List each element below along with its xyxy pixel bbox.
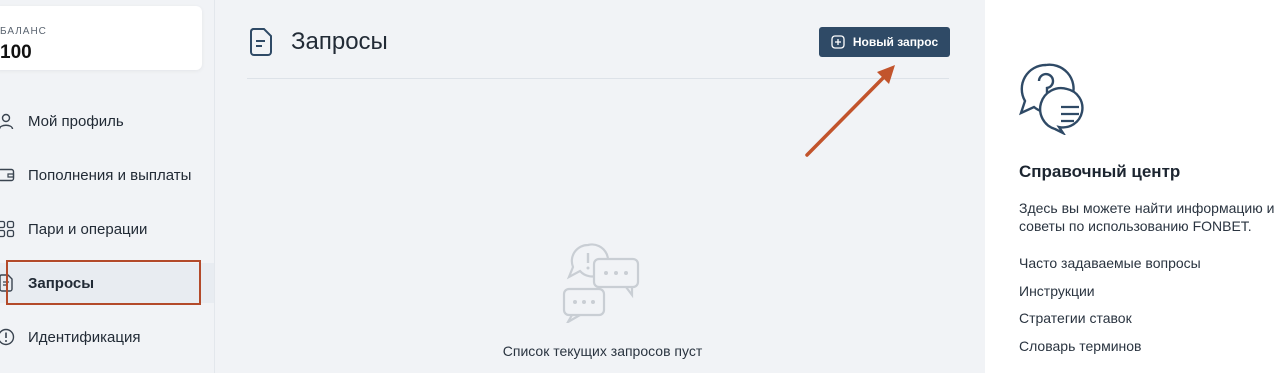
help-link-instructions[interactable]: Инструкции — [1019, 283, 1095, 299]
sidebar-item-identification[interactable]: Идентификация — [0, 317, 214, 357]
main-content: Запросы Новый запрос Список текущих запр… — [215, 0, 985, 373]
document-icon — [247, 27, 275, 57]
sidebar: БАЛАНС 100 Мой профиль Пополнения и выпл… — [0, 0, 215, 373]
new-request-label: Новый запрос — [852, 35, 939, 49]
help-chat-icon — [1019, 63, 1084, 135]
page-header: Запросы Новый запрос — [247, 22, 950, 79]
help-link-faq[interactable]: Часто задаваемые вопросы — [1019, 255, 1201, 271]
sidebar-item-bets[interactable]: Пари и операции — [0, 209, 214, 249]
balance-value: 100 — [0, 42, 32, 63]
sidebar-item-label: Запросы — [28, 274, 95, 292]
sidebar-item-label: Идентификация — [28, 328, 141, 346]
sidebar-item-profile[interactable]: Мой профиль — [0, 101, 214, 141]
grid-icon — [0, 219, 16, 239]
plus-icon — [831, 35, 845, 49]
alert-circle-icon — [0, 327, 16, 347]
balance-card: БАЛАНС 100 — [0, 6, 202, 70]
sidebar-item-requests[interactable]: Запросы — [0, 263, 214, 303]
sidebar-item-label: Мой профиль — [28, 112, 124, 130]
empty-chat-icon — [562, 243, 640, 323]
help-panel: Справочный центр Здесь вы можете найти и… — [985, 0, 1280, 373]
user-icon — [0, 111, 16, 131]
sidebar-item-payments[interactable]: Пополнения и выплаты — [0, 155, 214, 195]
new-request-button[interactable]: Новый запрос — [819, 27, 950, 57]
page-title: Запросы — [291, 28, 388, 55]
sidebar-item-label: Пополнения и выплаты — [28, 166, 192, 184]
document-icon — [0, 273, 16, 293]
sidebar-item-label: Пари и операции — [28, 220, 148, 238]
help-link-strategies[interactable]: Стратегии ставок — [1019, 310, 1132, 326]
help-description: Здесь вы можете найти информацию и совет… — [1019, 200, 1275, 234]
help-link-glossary[interactable]: Словарь терминов — [1019, 338, 1142, 354]
help-title: Справочный центр — [1019, 162, 1181, 181]
wallet-icon — [0, 165, 16, 185]
balance-label: БАЛАНС — [0, 26, 47, 37]
empty-state-text: Список текущих запросов пуст — [502, 343, 703, 359]
